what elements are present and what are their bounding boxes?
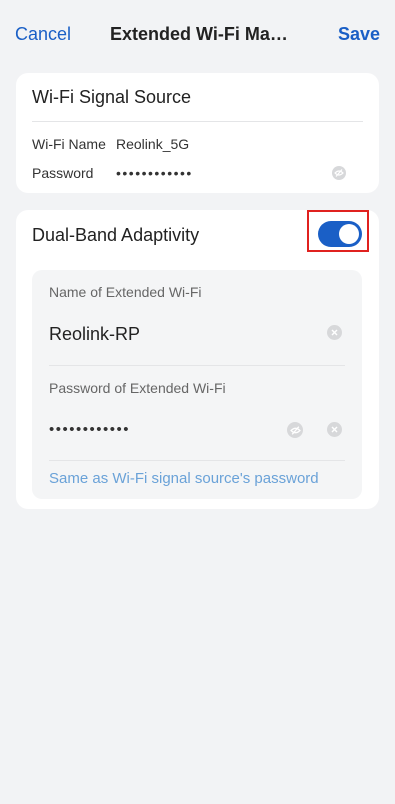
extended-name-input[interactable]: Reolink-RP — [49, 324, 140, 345]
extended-password-input[interactable]: •••••••••••• — [49, 421, 130, 438]
clear-icon[interactable] — [327, 325, 342, 340]
dual-band-card: Dual-Band Adaptivity Name of Extended Wi… — [16, 210, 379, 509]
extended-wifi-panel: Name of Extended Wi-Fi Reolink-RP Passwo… — [32, 270, 362, 499]
clear-icon[interactable] — [327, 422, 342, 437]
same-as-source-link[interactable]: Same as Wi-Fi signal source's password — [49, 470, 319, 487]
page-title: Extended Wi-Fi Man... — [110, 24, 292, 44]
toggle-knob — [339, 224, 359, 244]
extended-password-label: Password of Extended Wi-Fi — [49, 380, 226, 396]
wifi-name-label: Wi-Fi Name — [32, 136, 106, 152]
wifi-name-value: Reolink_5G — [116, 136, 190, 152]
wifi-source-title: Wi-Fi Signal Source — [32, 87, 192, 107]
source-password-value: •••••••••••• — [116, 165, 193, 181]
wifi-source-card: Wi-Fi Signal Source Wi-Fi Name Reolink_5… — [16, 73, 379, 193]
eye-off-icon[interactable] — [332, 166, 346, 180]
divider — [49, 460, 345, 461]
divider — [49, 365, 345, 366]
divider — [32, 121, 363, 122]
cancel-button[interactable]: Cancel — [15, 24, 71, 45]
dual-band-toggle[interactable] — [318, 221, 362, 247]
save-button[interactable]: Save — [338, 24, 380, 45]
source-password-label: Password — [32, 165, 94, 181]
dual-band-label: Dual-Band Adaptivity — [32, 225, 200, 245]
top-bar: Cancel Extended Wi-Fi Man... Save — [0, 0, 395, 68]
extended-name-label: Name of Extended Wi-Fi — [49, 284, 202, 300]
eye-off-icon[interactable] — [287, 422, 303, 438]
